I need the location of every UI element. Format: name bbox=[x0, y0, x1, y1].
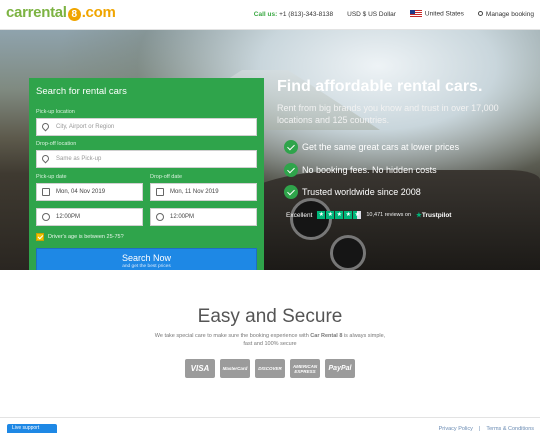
pickup-time-value: 12:00PM bbox=[56, 214, 81, 220]
dropoff-location-placeholder: Same as Pick-up bbox=[56, 156, 102, 162]
feature-item: Get the same great cars at lower prices bbox=[284, 140, 459, 154]
trustpilot-label: Trustpilot bbox=[421, 212, 452, 219]
calendar-icon bbox=[156, 188, 164, 196]
gauge-graphic bbox=[330, 235, 366, 271]
site-logo[interactable]: carrental 8 .com bbox=[6, 4, 116, 21]
pickup-location-label: Pick-up location bbox=[36, 109, 75, 115]
currency-selector[interactable]: USD $ US Dollar bbox=[347, 11, 396, 18]
dropoff-date-value: Mon, 11 Nov 2019 bbox=[170, 189, 219, 195]
user-icon bbox=[477, 11, 483, 17]
dropoff-time-value: 12:00PM bbox=[170, 214, 195, 220]
country-selector[interactable]: United States bbox=[409, 10, 464, 18]
payment-cards: VISA MasterCard DISCOVER AMERICAN EXPRES… bbox=[185, 359, 355, 378]
feature-text: Get the same great cars at lower prices bbox=[302, 142, 460, 152]
footer-links: Privacy Policy | Terms & Conditions bbox=[439, 426, 534, 432]
secure-text-brand: Car Rental 8 bbox=[310, 333, 343, 339]
logo-text-com: .com bbox=[81, 4, 116, 21]
rating-stars: ★ ★ ★ ★ ★ bbox=[317, 211, 362, 219]
mastercard-logo: MasterCard bbox=[220, 359, 250, 378]
hero-title: Find affordable rental cars. bbox=[277, 78, 483, 95]
search-form-title: Search for rental cars bbox=[36, 86, 127, 97]
trustpilot-widget[interactable]: Excellent ★ ★ ★ ★ ★ 10,471 reviews on ★T… bbox=[286, 211, 451, 219]
trustpilot-logo: ★Trustpilot bbox=[416, 211, 451, 219]
call-us[interactable]: Call us: +1 (813)-343-8138 bbox=[254, 11, 333, 18]
star-icon: ★ bbox=[326, 211, 335, 219]
calendar-icon bbox=[42, 188, 50, 196]
logo-text-rental: rental bbox=[27, 4, 67, 21]
terms-link[interactable]: Terms & Conditions bbox=[486, 426, 534, 432]
pickup-location-input[interactable]: City, Airport or Region bbox=[36, 118, 257, 136]
secure-text-part: We take special care to make sure the bo… bbox=[154, 333, 311, 339]
half-star-icon: ★ bbox=[353, 211, 362, 219]
top-bar: carrental 8 .com Call us: +1 (813)-343-813… bbox=[0, 0, 540, 30]
pickup-location-placeholder: City, Airport or Region bbox=[56, 124, 115, 130]
privacy-policy-link[interactable]: Privacy Policy bbox=[439, 426, 473, 432]
speedometer-graphic bbox=[290, 198, 332, 240]
amex-logo: AMERICAN EXPRESS bbox=[290, 359, 320, 378]
star-icon: ★ bbox=[317, 211, 326, 219]
logo-badge: 8 bbox=[67, 8, 81, 21]
manage-booking-label: Manage booking bbox=[485, 10, 534, 18]
dropoff-date-label: Drop-off date bbox=[150, 174, 183, 180]
dropoff-date-input[interactable]: Mon, 11 Nov 2019 bbox=[150, 183, 257, 201]
us-flag-icon bbox=[409, 10, 422, 18]
discover-logo: DISCOVER bbox=[255, 359, 285, 378]
paypal-logo: PayPal bbox=[325, 359, 355, 378]
dropoff-location-input[interactable]: Same as Pick-up bbox=[36, 150, 257, 168]
pickup-time-select[interactable]: 12:00PM bbox=[36, 208, 143, 226]
driver-age-row: Driver's age is between 25-75? bbox=[36, 233, 124, 241]
hero-section: Search for rental cars Pick-up location … bbox=[0, 30, 540, 284]
dropoff-time-select[interactable]: 12:00PM bbox=[150, 208, 257, 226]
footer: Live support Privacy Policy | Terms & Co… bbox=[0, 417, 540, 433]
dropoff-location-label: Drop-off location bbox=[36, 141, 77, 147]
footer-separator: | bbox=[478, 426, 481, 432]
pickup-date-label: Pick-up date bbox=[36, 174, 67, 180]
manage-booking-link[interactable]: Manage booking bbox=[477, 10, 534, 18]
star-icon: ★ bbox=[344, 211, 353, 219]
driver-age-label: Driver's age is between 25-75? bbox=[48, 234, 124, 240]
phone-number: +1 (813)-343-8138 bbox=[279, 10, 334, 18]
search-form: Search for rental cars Pick-up location … bbox=[29, 78, 264, 284]
visa-logo: VISA bbox=[185, 359, 215, 378]
feature-text: No booking fees. No hidden costs bbox=[302, 165, 437, 175]
rating-word: Excellent bbox=[286, 211, 313, 219]
check-circle-icon bbox=[284, 140, 298, 154]
pickup-date-input[interactable]: Mon, 04 Nov 2019 bbox=[36, 183, 143, 201]
check-circle-icon bbox=[284, 185, 298, 199]
feature-item: Trusted worldwide since 2008 bbox=[284, 185, 421, 199]
search-button-label: Search Now bbox=[121, 253, 172, 263]
feature-text: Trusted worldwide since 2008 bbox=[302, 187, 421, 197]
location-pin-icon bbox=[40, 153, 51, 164]
driver-age-checkbox[interactable] bbox=[36, 233, 44, 241]
search-button-sublabel: and get the best prices bbox=[122, 264, 171, 269]
header-links: Call us: +1 (813)-343-8138 USD $ US Doll… bbox=[254, 10, 534, 18]
pickup-date-value: Mon, 04 Nov 2019 bbox=[56, 189, 106, 195]
location-pin-icon bbox=[40, 121, 51, 132]
review-count: 10,471 reviews on bbox=[366, 212, 412, 218]
star-icon: ★ bbox=[335, 211, 344, 219]
secure-section: Easy and Secure We take special care to … bbox=[0, 270, 540, 418]
secure-title: Easy and Secure bbox=[197, 306, 343, 327]
check-circle-icon bbox=[284, 163, 298, 177]
country-label: United States bbox=[424, 10, 464, 18]
secure-text: We take special care to make sure the bo… bbox=[150, 332, 390, 348]
feature-item: No booking fees. No hidden costs bbox=[284, 163, 437, 177]
clock-icon bbox=[156, 213, 164, 221]
hero-subtitle: Rent from big brands you know and trust … bbox=[277, 103, 499, 125]
clock-icon bbox=[42, 213, 50, 221]
call-label: Call us: bbox=[253, 10, 278, 18]
logo-text-car: car bbox=[6, 4, 28, 21]
